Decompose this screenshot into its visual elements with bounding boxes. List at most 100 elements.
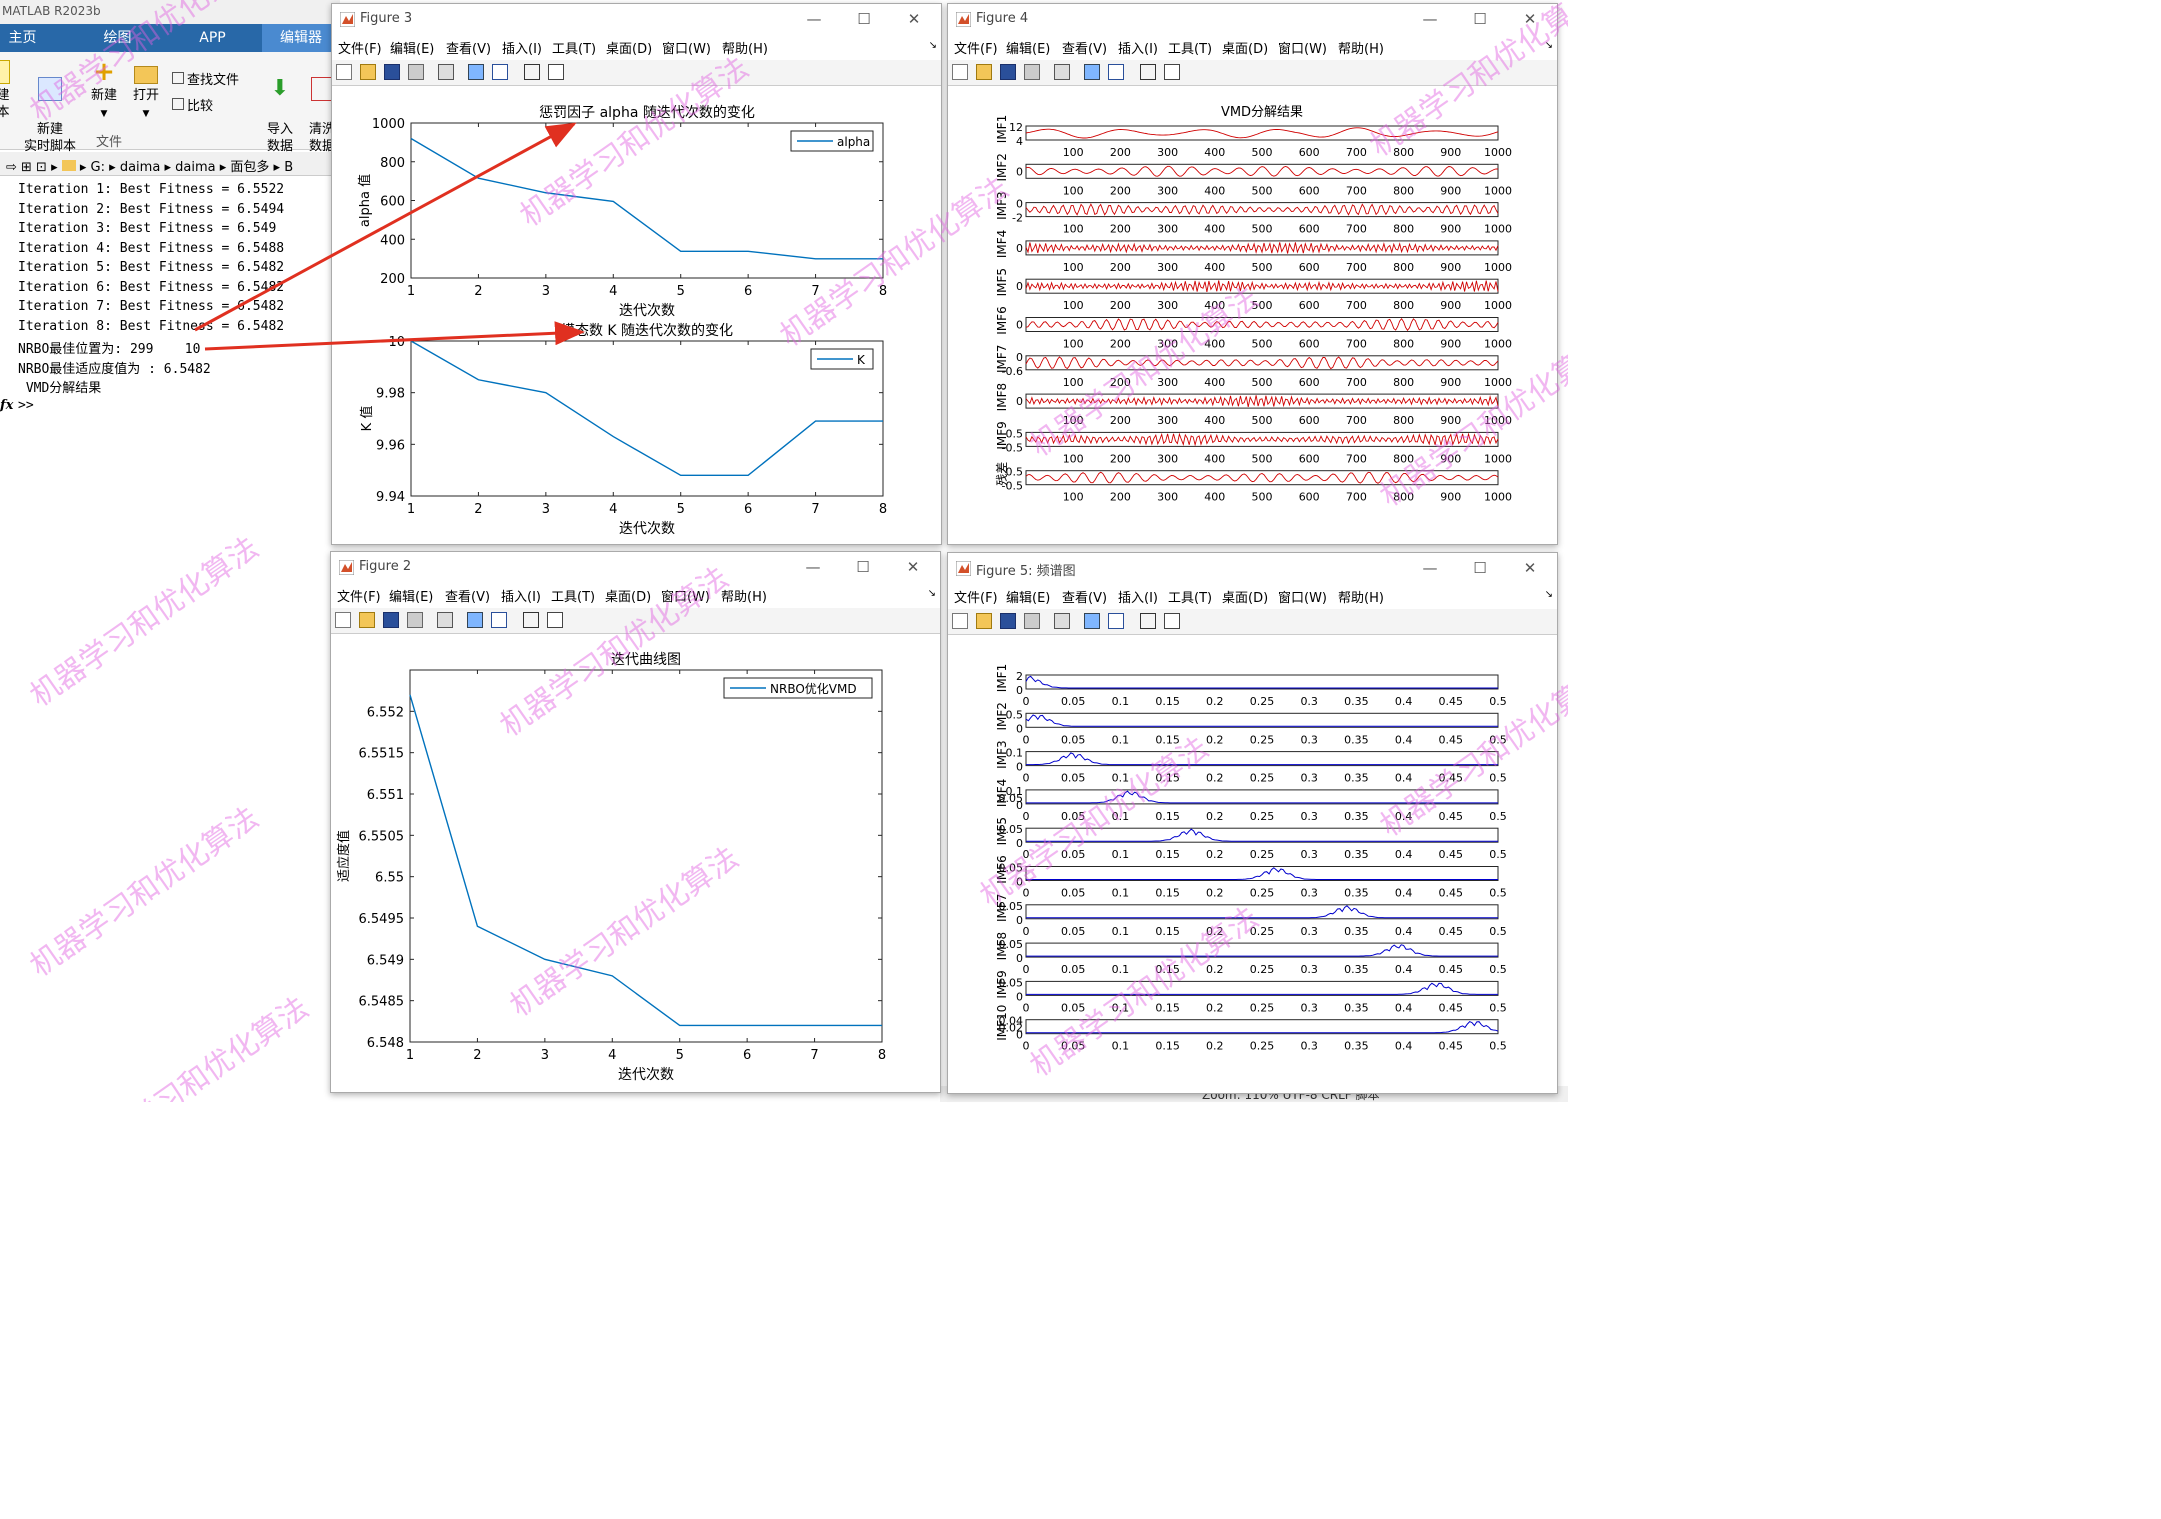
breadcrumb[interactable]: B [284,160,293,175]
menu-item[interactable]: 文件(F) [337,586,381,605]
breadcrumb[interactable]: daima [120,160,160,175]
menu-item[interactable]: 帮助(H) [1338,587,1384,606]
menu-item[interactable]: 编辑(E) [1006,587,1050,606]
colorbar-icon[interactable] [468,64,484,80]
save-icon[interactable] [1000,613,1016,629]
compare-button[interactable]: 比较 [172,98,213,115]
close-button[interactable]: ✕ [903,8,925,30]
menu-item[interactable]: 桌面(D) [606,38,652,57]
open-button[interactable]: 打开 ▼ [130,60,162,123]
menu-item[interactable]: 窗口(W) [1278,38,1327,57]
menu-item[interactable]: 窗口(W) [661,586,710,605]
minimize-button[interactable]: — [1419,8,1441,30]
menu-item[interactable]: 插入(I) [502,38,542,57]
menu-item[interactable]: 编辑(E) [389,586,433,605]
menu-item[interactable]: 桌面(D) [1222,38,1268,57]
legend-icon[interactable] [492,64,508,80]
menu-item[interactable]: 帮助(H) [1338,38,1384,57]
menu-item[interactable]: 文件(F) [954,587,998,606]
close-button[interactable]: ✕ [902,556,924,578]
menu-item[interactable]: 工具(T) [552,38,596,57]
menu-item[interactable]: 帮助(H) [722,38,768,57]
menu-item[interactable]: 查看(V) [446,38,491,57]
tab-apps[interactable]: APP [180,24,245,52]
new-figure-icon[interactable] [336,64,352,80]
colorbar-icon[interactable] [1084,64,1100,80]
maximize-button[interactable]: ☐ [1469,8,1491,30]
figure4-window[interactable]: Figure 4 — ☐ ✕ 文件(F) 编辑(E) 查看(V) 插入(I) 工具(T)… [947,3,1558,545]
open-file-icon[interactable] [360,64,376,80]
tab-home[interactable]: 主页 [0,24,45,52]
colorbar-icon[interactable] [467,612,483,628]
print-icon[interactable] [1024,64,1040,80]
menu-item[interactable]: 插入(I) [501,586,541,605]
fx-icon[interactable]: fx [0,398,13,413]
breadcrumb[interactable]: G: [91,160,105,175]
legend-icon[interactable] [1108,613,1124,629]
new-figure-icon[interactable] [335,612,351,628]
minimize-button[interactable]: — [802,556,824,578]
new-figure-icon[interactable] [952,613,968,629]
edit-plot-icon[interactable] [524,64,540,80]
new-figure-icon[interactable] [952,64,968,80]
new-button[interactable]: + 新建 ▼ [88,59,120,123]
menu-item[interactable]: 窗口(W) [662,38,711,57]
legend-icon[interactable] [491,612,507,628]
close-button[interactable]: ✕ [1519,8,1541,30]
menu-item[interactable]: 桌面(D) [1222,587,1268,606]
menu-item[interactable]: 工具(T) [1168,587,1212,606]
back-arrow-icon[interactable]: ⇨ ⊞ ⊡ ▸ [6,160,62,175]
menu-item[interactable]: 插入(I) [1118,38,1158,57]
tab-plots[interactable]: 绘图 [90,24,145,52]
link-plot-icon[interactable] [1054,613,1070,629]
new-script-button[interactable]: 建本 [0,60,12,121]
menu-item[interactable]: 查看(V) [445,586,490,605]
menu-item[interactable]: 插入(I) [1118,587,1158,606]
save-icon[interactable] [1000,64,1016,80]
menu-item[interactable]: 文件(F) [954,38,998,57]
menu-item[interactable]: 工具(T) [1168,38,1212,57]
dock-icon[interactable]: ↘ [1545,40,1553,51]
edit-plot-icon[interactable] [523,612,539,628]
menu-item[interactable]: 文件(F) [338,38,382,57]
menu-item[interactable]: 查看(V) [1062,587,1107,606]
minimize-button[interactable]: — [1419,557,1441,579]
menu-item[interactable]: 帮助(H) [721,586,767,605]
link-plot-icon[interactable] [437,612,453,628]
property-inspector-icon[interactable] [548,64,564,80]
print-icon[interactable] [408,64,424,80]
menu-item[interactable]: 窗口(W) [1278,587,1327,606]
property-inspector-icon[interactable] [1164,64,1180,80]
menu-item[interactable]: 编辑(E) [1006,38,1050,57]
import-data-button[interactable]: ⬇ 导入 数据 [264,60,296,155]
property-inspector-icon[interactable] [1164,613,1180,629]
new-live-script-button[interactable]: 新建 实时脚本 [22,60,78,155]
link-plot-icon[interactable] [1054,64,1070,80]
maximize-button[interactable]: ☐ [1469,557,1491,579]
menu-item[interactable]: 桌面(D) [605,586,651,605]
link-plot-icon[interactable] [438,64,454,80]
open-file-icon[interactable] [359,612,375,628]
breadcrumb[interactable]: daima [175,160,215,175]
edit-plot-icon[interactable] [1140,613,1156,629]
dock-icon[interactable]: ↘ [928,588,936,599]
command-window[interactable]: Iteration 1: Best Fitness = 6.5522 Itera… [0,178,332,1084]
command-prompt[interactable]: >> [18,398,34,413]
breadcrumb[interactable]: 面包多 [230,160,269,175]
close-button[interactable]: ✕ [1519,557,1541,579]
menu-item[interactable]: 编辑(E) [390,38,434,57]
dock-icon[interactable]: ↘ [1545,589,1553,600]
menu-item[interactable]: 工具(T) [551,586,595,605]
open-file-icon[interactable] [976,64,992,80]
legend-icon[interactable] [1108,64,1124,80]
find-files-button[interactable]: 查找文件 [172,72,239,89]
address-bar[interactable]: ⇨ ⊞ ⊡ ▸ ▸ G: ▸ daima ▸ daima ▸ 面包多 ▸ B [0,152,340,176]
dock-icon[interactable]: ↘ [929,40,937,51]
tab-editor[interactable]: 编辑器 [262,24,340,52]
minimize-button[interactable]: — [803,8,825,30]
figure5-window[interactable]: Figure 5: 频谱图 — ☐ ✕ 文件(F) 编辑(E) 查看(V) 插入(I)… [947,552,1558,1094]
colorbar-icon[interactable] [1084,613,1100,629]
save-icon[interactable] [383,612,399,628]
save-icon[interactable] [384,64,400,80]
print-icon[interactable] [1024,613,1040,629]
